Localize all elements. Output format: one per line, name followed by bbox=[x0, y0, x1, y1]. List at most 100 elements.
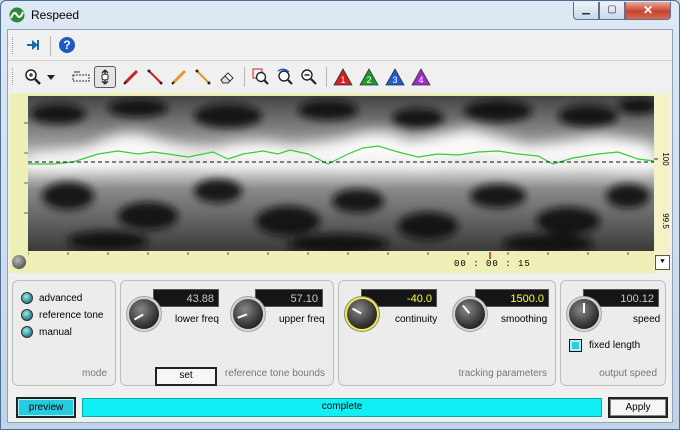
continuity-knob[interactable] bbox=[347, 299, 377, 329]
app-window: Respeed ▁ ▢ ✕ ? 1 2 3 4 100 99.5 00: 00… bbox=[0, 0, 680, 430]
eraser-button[interactable] bbox=[216, 66, 238, 88]
marker-2-icon: 2 bbox=[359, 68, 379, 86]
maximize-button[interactable]: ▢ bbox=[599, 2, 625, 20]
pan-tool-icon bbox=[101, 69, 109, 85]
app-icon bbox=[9, 7, 25, 23]
bottom-bar: preview complete Apply bbox=[8, 392, 672, 422]
reference-tone-panel: 43.88 lower freq 57.10 upper freq refere… bbox=[120, 280, 334, 386]
scroll-down-button[interactable]: ⯆ bbox=[655, 255, 670, 270]
pan-tool-button[interactable] bbox=[94, 66, 116, 88]
volume-knob[interactable] bbox=[12, 255, 26, 269]
zoom-out-icon bbox=[301, 69, 317, 85]
radio-reference-tone[interactable]: reference tone bbox=[21, 309, 104, 321]
minimize-button[interactable]: ▁ bbox=[573, 2, 599, 20]
toolbar-grip[interactable] bbox=[12, 68, 16, 85]
svg-text:1: 1 bbox=[340, 75, 345, 85]
radio-button[interactable] bbox=[21, 292, 33, 304]
line-red-icon bbox=[147, 69, 163, 85]
line-orange-icon bbox=[195, 69, 211, 85]
client-area: ? 1 2 3 4 100 99.5 00: 00: 15 ⯆ advanc… bbox=[7, 29, 673, 423]
range-select-button[interactable] bbox=[70, 66, 92, 88]
marker-4-icon: 4 bbox=[411, 68, 431, 86]
time-label: 00 : 00 : 15 bbox=[454, 259, 531, 269]
marker-3-button[interactable]: 3 bbox=[384, 66, 406, 88]
tracking-panel: -40.0 continuity 1500.0 smoothing tracki… bbox=[338, 280, 556, 386]
upper-freq-label: upper freq bbox=[279, 314, 325, 325]
marker-2-button[interactable]: 2 bbox=[358, 66, 380, 88]
pencil-red-button[interactable] bbox=[120, 66, 142, 88]
time-axis-ticks bbox=[27, 252, 629, 259]
radio-button[interactable] bbox=[21, 326, 33, 338]
pencil-red-icon bbox=[123, 69, 139, 85]
panel-caption: tracking parameters bbox=[458, 368, 547, 379]
speed-knob[interactable] bbox=[569, 299, 599, 329]
zoom-icon bbox=[25, 69, 41, 85]
frequency-axis: 100 99.5 bbox=[654, 93, 670, 273]
toolbar-grip[interactable] bbox=[12, 37, 16, 54]
panel-caption: mode bbox=[81, 368, 107, 379]
top-toolbar: ? bbox=[8, 30, 672, 61]
radio-label: advanced bbox=[39, 292, 83, 304]
svg-text:99.5: 99.5 bbox=[661, 213, 670, 229]
arrow-down-icon: ⯆ bbox=[659, 257, 666, 266]
radio-button[interactable] bbox=[21, 309, 33, 321]
spectrogram-image bbox=[28, 96, 654, 251]
lower-freq-label: lower freq bbox=[175, 314, 219, 325]
svg-text:100: 100 bbox=[661, 152, 670, 166]
marker-3-icon: 3 bbox=[385, 68, 405, 86]
zoom-region-button[interactable] bbox=[250, 66, 272, 88]
panel-caption: reference tone bounds bbox=[224, 368, 325, 379]
frequency-axis-labels: 100 99.5 bbox=[654, 152, 670, 229]
zoom-dropdown-button[interactable] bbox=[44, 66, 58, 88]
maximize-icon: ▢ bbox=[607, 4, 617, 15]
close-icon: ✕ bbox=[642, 3, 654, 17]
marker-1-icon: 1 bbox=[333, 68, 353, 86]
toolbar-separator bbox=[326, 67, 327, 87]
line-red-button[interactable] bbox=[144, 66, 166, 88]
smoothing-label: smoothing bbox=[501, 314, 548, 325]
speed-label: speed bbox=[633, 314, 661, 325]
lower-freq-display: 43.88 bbox=[153, 289, 219, 307]
toolbar-separator bbox=[244, 67, 245, 87]
radio-advanced[interactable]: advanced bbox=[21, 292, 82, 304]
radio-manual[interactable]: manual bbox=[21, 326, 72, 338]
zoom-out-button[interactable] bbox=[298, 66, 320, 88]
toolbar-separator bbox=[50, 36, 51, 56]
pencil-orange-icon bbox=[171, 69, 187, 85]
set-button[interactable]: set bbox=[155, 367, 217, 386]
help-button[interactable]: ? bbox=[56, 34, 78, 56]
spectrogram-panel: 100 99.5 00 : 00 : 15 ⯆ bbox=[10, 93, 670, 273]
zoom-reset-button[interactable] bbox=[274, 66, 296, 88]
range-select-icon bbox=[72, 71, 90, 82]
window-title: Respeed bbox=[31, 8, 80, 22]
pin-button[interactable] bbox=[22, 34, 44, 56]
lower-freq-knob[interactable] bbox=[129, 299, 159, 329]
apply-button[interactable]: Apply bbox=[608, 397, 668, 418]
svg-text:3: 3 bbox=[392, 75, 397, 85]
vertical-ruler bbox=[10, 93, 28, 273]
radio-label: reference tone bbox=[39, 309, 104, 321]
svg-text:?: ? bbox=[63, 38, 70, 52]
help-icon: ? bbox=[59, 37, 75, 53]
marker-4-button[interactable]: 4 bbox=[410, 66, 432, 88]
minimize-icon: ▁ bbox=[582, 4, 590, 15]
output-speed-panel: 100.12 speed fixed length output speed bbox=[560, 280, 666, 386]
pencil-orange-button[interactable] bbox=[168, 66, 190, 88]
panel-caption: output speed bbox=[599, 368, 657, 379]
upper-freq-display: 57.10 bbox=[255, 289, 323, 307]
title-bar[interactable]: Respeed ▁ ▢ ✕ bbox=[1, 1, 679, 29]
mode-panel: advanced reference tone manual mode bbox=[12, 280, 116, 386]
svg-text:4: 4 bbox=[418, 75, 423, 85]
line-orange-button[interactable] bbox=[192, 66, 214, 88]
close-button[interactable]: ✕ bbox=[625, 2, 671, 20]
fixed-length-label: fixed length bbox=[589, 340, 641, 351]
marker-1-button[interactable]: 1 bbox=[332, 66, 354, 88]
preview-button[interactable]: preview bbox=[16, 397, 76, 418]
spectrogram-view[interactable] bbox=[28, 96, 654, 251]
smoothing-knob[interactable] bbox=[455, 299, 485, 329]
radio-label: manual bbox=[39, 326, 72, 338]
upper-freq-knob[interactable] bbox=[233, 299, 263, 329]
zoom-button[interactable] bbox=[22, 66, 44, 88]
fixed-length-checkbox[interactable] bbox=[569, 339, 582, 352]
dropdown-arrow-icon bbox=[47, 75, 55, 80]
